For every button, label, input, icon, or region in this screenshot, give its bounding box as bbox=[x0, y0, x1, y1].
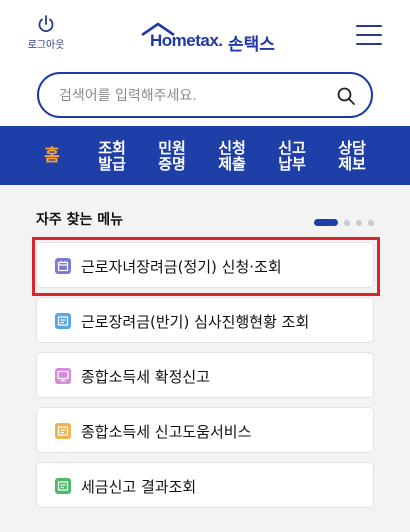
menu-item-global-income-tax-return[interactable]: 종합소득세 확정신고 bbox=[36, 352, 374, 398]
tab-label-line2: 발급 bbox=[98, 154, 126, 173]
menu-item-label: 근로장려금(반기) 심사진행현황 조회 bbox=[81, 313, 310, 331]
tab-home[interactable]: 홈 bbox=[32, 126, 72, 185]
pager-dot[interactable] bbox=[368, 220, 374, 226]
menu-item-global-income-tax-help[interactable]: 종합소득세 신고도움서비스 bbox=[36, 407, 374, 453]
menu-item-tax-return-results[interactable]: 세금신고 결과조회 bbox=[36, 462, 374, 508]
document-icon bbox=[55, 313, 71, 329]
monitor-icon bbox=[55, 368, 71, 384]
document-icon bbox=[55, 478, 71, 494]
pager-active-indicator[interactable] bbox=[314, 219, 338, 226]
tab-inquiry-issue[interactable]: 조회 발급 bbox=[92, 126, 132, 185]
carousel-pager bbox=[314, 219, 378, 227]
tab-label-line1: 상담 bbox=[338, 138, 366, 157]
power-icon bbox=[38, 15, 54, 33]
tab-label-line1: 조회 bbox=[98, 138, 126, 157]
document-icon bbox=[55, 423, 71, 439]
hometax-logo[interactable]: Hometax. 손택스 bbox=[140, 22, 290, 56]
logo-text: Hometax. bbox=[150, 31, 223, 50]
tab-label-line2: 증명 bbox=[158, 154, 186, 173]
search-icon[interactable] bbox=[335, 85, 357, 107]
tab-label-line2: 제출 bbox=[218, 154, 246, 173]
menu-item-label: 종합소득세 확정신고 bbox=[81, 368, 210, 386]
search-box bbox=[37, 72, 373, 118]
section-title: 자주 찾는 메뉴 bbox=[36, 212, 124, 228]
pager-dot[interactable] bbox=[356, 220, 362, 226]
logout-label: 로그아웃 bbox=[27, 40, 65, 51]
highlight-box bbox=[32, 237, 380, 296]
tab-label-line1: 신고 bbox=[278, 138, 306, 157]
tab-consult-report[interactable]: 상담 제보 bbox=[332, 126, 372, 185]
logo-suffix: 손택스 bbox=[228, 35, 275, 55]
menu-item-label: 세금신고 결과조회 bbox=[81, 478, 197, 496]
main-nav: 홈 조회 발급 민원 증명 신청 제출 신고 납부 상담 제보 bbox=[0, 126, 410, 185]
tab-label-line1: 신청 bbox=[218, 138, 246, 157]
tab-label-line2: 납부 bbox=[278, 154, 306, 173]
top-bar: 로그아웃 Hometax. 손택스 bbox=[0, 0, 410, 70]
tab-apply-submit[interactable]: 신청 제출 bbox=[212, 126, 252, 185]
hamburger-menu-icon[interactable] bbox=[356, 24, 382, 46]
logout-button[interactable]: 로그아웃 bbox=[26, 14, 66, 51]
menu-item-label: 종합소득세 신고도움서비스 bbox=[81, 423, 252, 441]
search-input[interactable] bbox=[59, 84, 319, 108]
tab-label-line1: 민원 bbox=[158, 138, 186, 157]
tab-civil-certificate[interactable]: 민원 증명 bbox=[152, 126, 192, 185]
tab-label-line2: 제보 bbox=[338, 154, 366, 173]
tab-report-pay[interactable]: 신고 납부 bbox=[272, 126, 312, 185]
menu-item-earned-income-review-status[interactable]: 근로장려금(반기) 심사진행현황 조회 bbox=[36, 297, 374, 343]
tab-home-label: 홈 bbox=[44, 145, 60, 166]
pager-dot[interactable] bbox=[344, 220, 350, 226]
